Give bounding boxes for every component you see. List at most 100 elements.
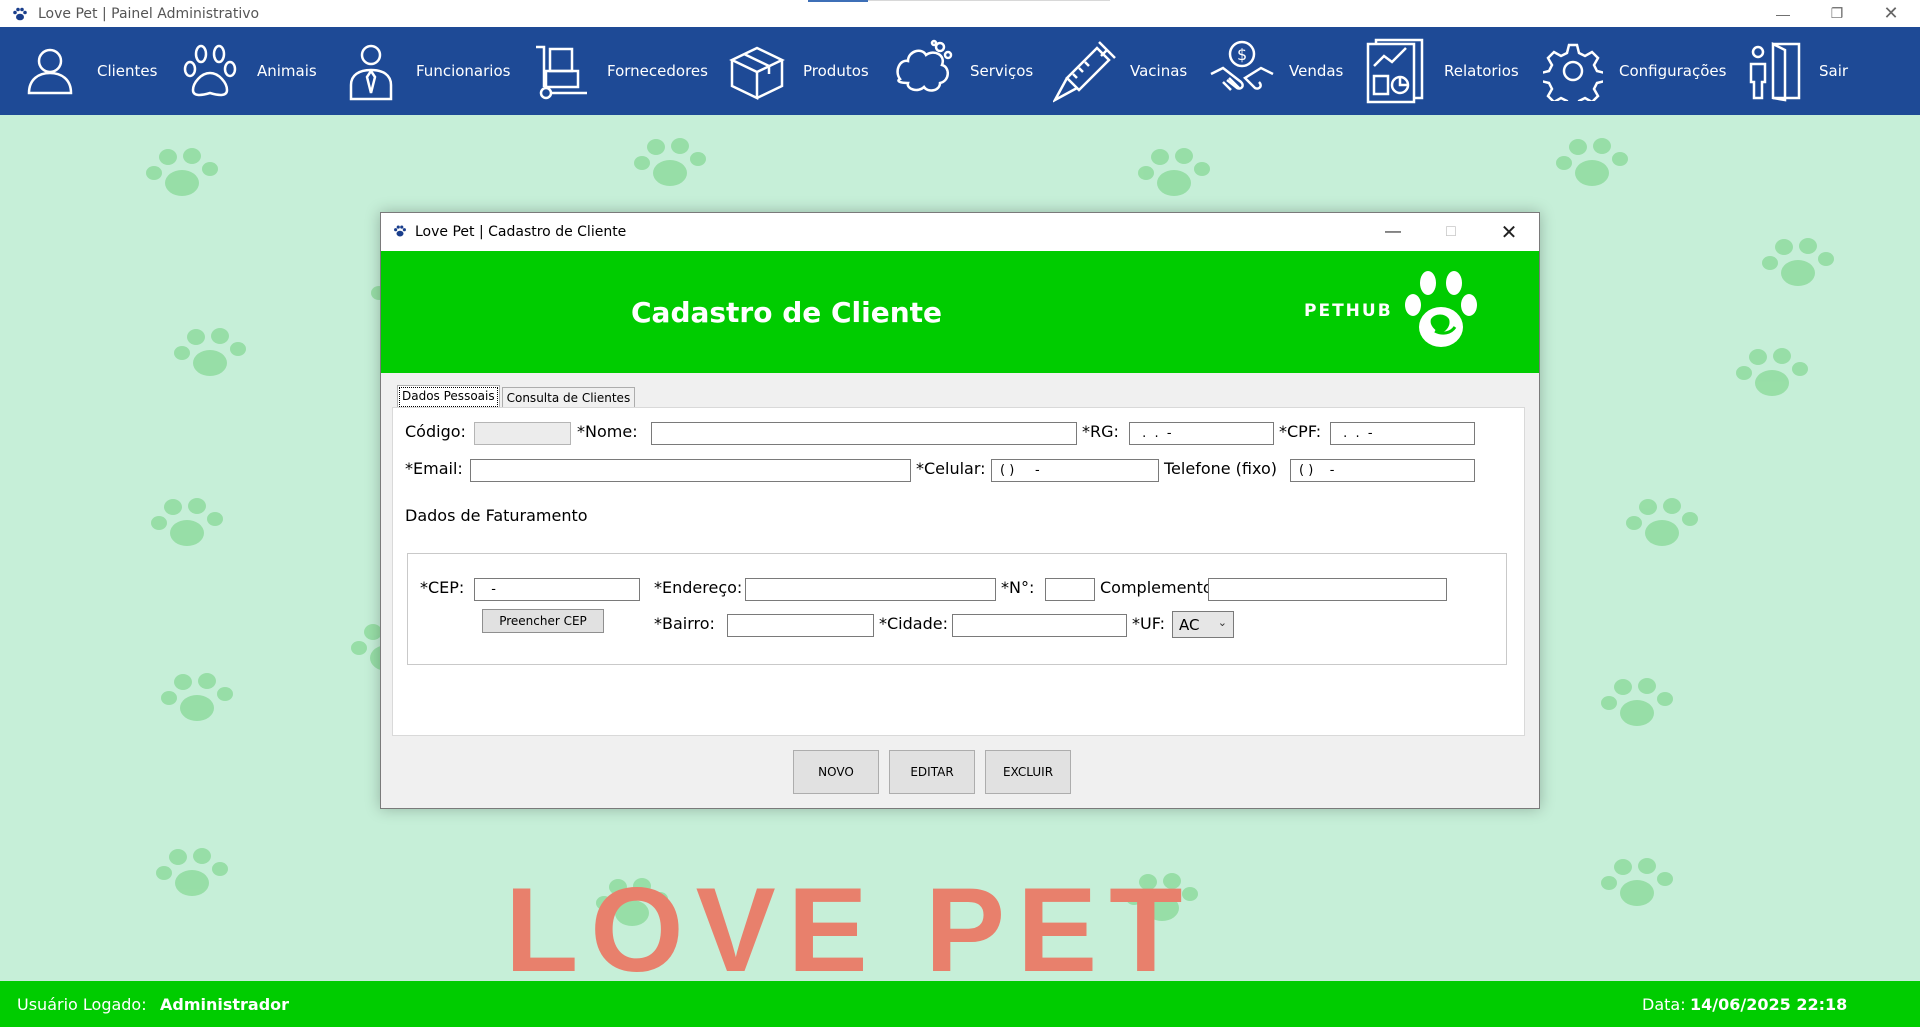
email-label: *Email: <box>405 459 463 478</box>
nav-produtos[interactable]: Produtos <box>726 27 869 115</box>
close-icon[interactable]: ✕ <box>1864 0 1918 27</box>
user-icon <box>27 48 73 95</box>
user-value: Administrador <box>160 995 290 1014</box>
background-paw-icon <box>1762 238 1834 286</box>
chevron-down-icon: ⌄ <box>1217 616 1227 629</box>
nav-clientes[interactable]: Clientes <box>22 27 157 115</box>
background-paw-icon <box>161 673 233 721</box>
bairro-field[interactable] <box>727 614 874 637</box>
nav-label: Vacinas <box>1130 62 1188 80</box>
telefone-label: Telefone (fixo) <box>1164 459 1278 478</box>
tab-consulta-clientes[interactable]: Consulta de Clientes <box>501 387 636 409</box>
nav-label: Sair <box>1819 62 1849 80</box>
rg-field[interactable]: . . - <box>1129 422 1274 445</box>
nav-vacinas[interactable]: Vacinas <box>1053 27 1187 115</box>
cidade-field[interactable] <box>952 614 1127 637</box>
nav-label: Funcionarios <box>416 62 511 80</box>
syringe-icon <box>1053 41 1116 103</box>
celular-field[interactable]: ( ) - <box>991 459 1159 482</box>
codigo-field <box>474 422 571 445</box>
nav-label: Animais <box>257 62 317 80</box>
numero-field[interactable] <box>1045 578 1095 601</box>
endereco-label: *Endereço: <box>654 578 743 597</box>
paw-icon <box>183 44 237 97</box>
box-icon <box>729 46 785 100</box>
cadastro-cliente-dialog: Love Pet | Cadastro de Cliente — □ ✕ Cad… <box>380 212 1540 809</box>
cep-field[interactable]: - <box>474 578 640 601</box>
nav-vendas[interactable]: $ Vendas <box>1209 27 1343 115</box>
gear-icon <box>1543 43 1603 101</box>
exit-door-icon <box>1749 41 1801 102</box>
svg-text:$: $ <box>1237 45 1247 64</box>
numero-label: *N°: <box>1001 578 1035 597</box>
pethub-paw-logo <box>1405 271 1477 347</box>
employee-icon <box>349 44 393 101</box>
nav-funcionarios[interactable]: Funcionarios <box>343 27 510 115</box>
nav-label: Serviços <box>970 62 1034 80</box>
cpf-label: *CPF: <box>1279 422 1322 441</box>
nav-sair[interactable]: Sair <box>1747 27 1848 115</box>
main-titlebar: Love Pet | Painel Administrativo — ❐ ✕ <box>0 0 1920 27</box>
app-paw-icon <box>393 224 407 241</box>
taskbar-indicator <box>808 0 868 2</box>
tab-dados-pessoais[interactable]: Dados Pessoais <box>397 385 500 409</box>
dialog-titlebar: Love Pet | Cadastro de Cliente — □ ✕ <box>381 213 1539 251</box>
nav-relatorios[interactable]: Relatorios <box>1364 27 1519 115</box>
background-paw-icon <box>151 498 223 546</box>
maximize-icon: □ <box>1446 223 1456 240</box>
novo-button[interactable]: NOVO <box>793 750 879 794</box>
complemento-label: Complemento <box>1100 578 1213 597</box>
cidade-label: *Cidade: <box>879 614 948 633</box>
minimize-icon[interactable]: — <box>1364 213 1422 251</box>
background-paw-icon <box>634 138 706 186</box>
close-icon[interactable]: ✕ <box>1480 213 1538 251</box>
app-paw-icon <box>12 6 28 22</box>
hand-truck-icon <box>536 45 587 100</box>
uf-select[interactable]: AC ⌄ <box>1172 611 1234 638</box>
date-label: Data: <box>1642 995 1686 1014</box>
nav-configuracoes[interactable]: Configurações <box>1543 27 1726 115</box>
cpf-field[interactable]: . . - <box>1330 422 1475 445</box>
dialog-header: Cadastro de Cliente PETHUB <box>381 251 1539 373</box>
bairro-label: *Bairro: <box>654 614 715 633</box>
faturamento-title: Dados de Faturamento <box>405 506 588 525</box>
nav-label: Produtos <box>803 62 869 80</box>
background-paw-icon <box>1626 498 1698 546</box>
cep-label: *CEP: <box>420 578 465 597</box>
nav-animais[interactable]: Animais <box>180 27 317 115</box>
brand-name: PETHUB <box>1304 301 1393 321</box>
minimize-icon[interactable]: — <box>1756 0 1810 27</box>
taskbar-indicator-track <box>868 0 1110 1</box>
dialog-heading: Cadastro de Cliente <box>631 296 943 329</box>
background-logo-text: LOVE PET <box>505 863 1195 981</box>
preencher-cep-button[interactable]: Preencher CEP <box>482 609 604 633</box>
faturamento-groupbox: *CEP: - *Endereço: *N°: Complemento Pree… <box>407 553 1507 665</box>
rg-label: *RG: <box>1082 422 1119 441</box>
handshake-icon: $ <box>1210 40 1274 91</box>
window-title: Love Pet | Painel Administrativo <box>38 5 260 22</box>
background-paw-icon <box>1601 858 1673 906</box>
dialog-title: Love Pet | Cadastro de Cliente <box>415 224 627 240</box>
email-field[interactable] <box>470 459 911 482</box>
excluir-button[interactable]: EXCLUIR <box>985 750 1071 794</box>
dados-pessoais-panel: Código: *Nome: *RG: . . - *CPF: . . - *E… <box>392 407 1525 736</box>
status-bar: Usuário Logado: Administrador Data: 14/0… <box>0 981 1920 1027</box>
restore-icon[interactable]: ❐ <box>1810 0 1864 27</box>
celular-label: *Celular: <box>916 459 986 478</box>
background-paw-icon <box>1556 138 1628 186</box>
background-paw-icon <box>1736 348 1808 396</box>
complemento-field[interactable] <box>1208 578 1447 601</box>
telefone-field[interactable]: ( ) - <box>1290 459 1475 482</box>
nav-fornecedores[interactable]: Fornecedores <box>532 27 708 115</box>
nome-field[interactable] <box>651 422 1077 445</box>
nome-label: *Nome: <box>577 422 638 441</box>
nav-label: Clientes <box>97 62 158 80</box>
codigo-label: Código: <box>405 422 466 441</box>
bath-icon <box>896 39 953 92</box>
nav-label: Configurações <box>1619 62 1727 80</box>
background-paw-icon <box>174 328 246 376</box>
editar-button[interactable]: EDITAR <box>889 750 975 794</box>
endereco-field[interactable] <box>745 578 996 601</box>
nav-servicos[interactable]: Serviços <box>890 27 1033 115</box>
background-paw-icon <box>156 848 228 896</box>
